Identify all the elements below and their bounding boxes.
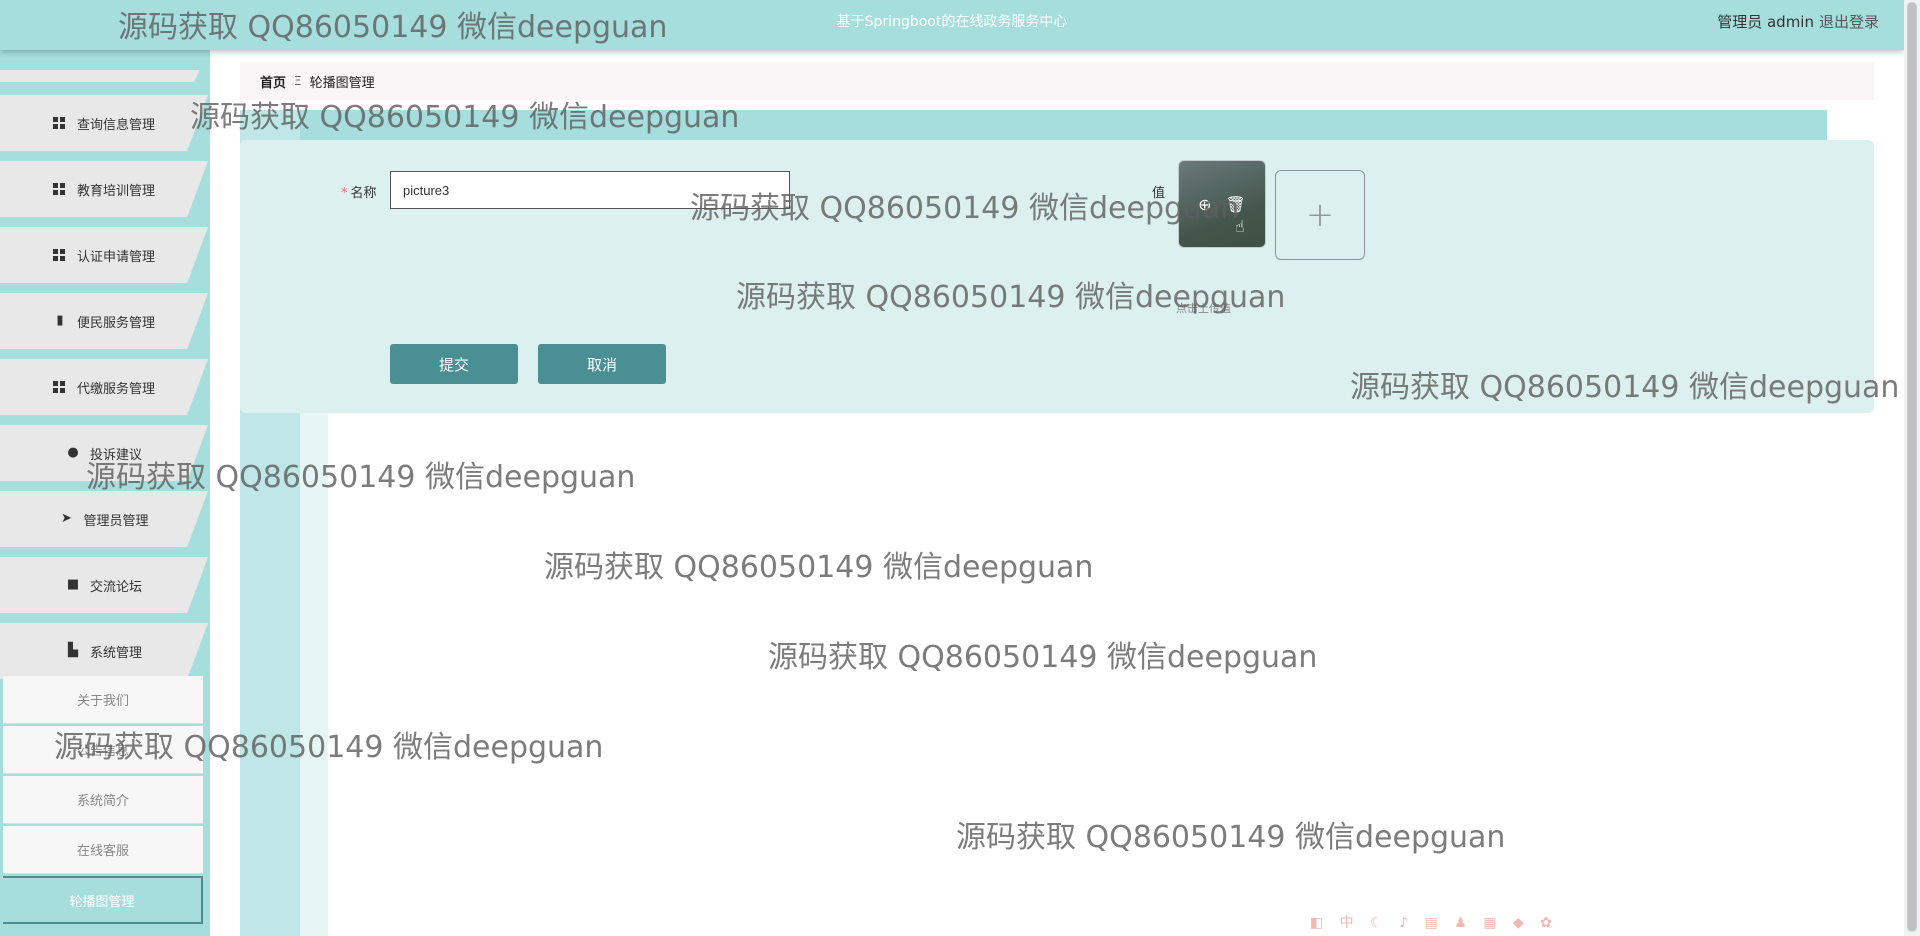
sidebar-item-label: 教育培训管理 <box>76 183 155 199</box>
required-asterisk: * <box>341 186 348 201</box>
submenu-label: 公告信息 <box>76 744 129 759</box>
user-icon: ● <box>67 445 79 460</box>
plus-icon: + <box>1305 195 1335 235</box>
site-title: 基于Springboot的在线政务服务中心 <box>836 14 1068 30</box>
vertical-scrollbar[interactable] <box>1904 0 1920 936</box>
sidebar-item-label: 投诉建议 <box>89 447 142 463</box>
thumbnail-actions: ⊕ 🗑 <box>1179 195 1265 214</box>
sidebar-item-label: 认证申请管理 <box>76 249 155 265</box>
submenu-announcements[interactable]: 公告信息 <box>3 726 203 774</box>
submenu-label: 关于我们 <box>76 694 129 709</box>
submenu-carousel-management[interactable]: 轮播图管理 <box>3 876 203 924</box>
sidebar-item-label: 查询信息管理 <box>76 117 155 133</box>
breadcrumb-home[interactable]: 首页 <box>260 72 286 91</box>
breadcrumb-separator: Ξ <box>294 74 302 88</box>
grid-icon <box>52 117 65 129</box>
sidebar-item-label: 便民服务管理 <box>76 315 155 331</box>
sidebar-item-system[interactable]: ▙ 系统管理 <box>0 623 208 679</box>
top-header: 基于Springboot的在线政务服务中心 管理员 admin 退出登录 <box>0 0 1904 50</box>
input-method-toolbar: ◧ 中 ☾ ♪ ▤ ♟ ▦ ◆ ✿ <box>1310 915 1558 931</box>
sidebar-item-forum[interactable]: ■ 交流论坛 <box>0 557 208 613</box>
decorative-band <box>240 110 1827 140</box>
name-input[interactable] <box>390 171 790 209</box>
submenu-label: 在线客服 <box>76 844 129 859</box>
logout-link[interactable]: 退出登录 <box>1819 11 1879 32</box>
submit-button[interactable]: 提交 <box>390 344 518 384</box>
sidebar-item-complaints[interactable]: ● 投诉建议 <box>0 425 208 481</box>
hand-cursor-icon: ☝ <box>1235 217 1245 236</box>
zoom-in-icon[interactable]: ⊕ <box>1198 195 1211 214</box>
name-label: * 名称 <box>341 186 377 201</box>
sidebar-item-label: 管理员管理 <box>83 513 149 529</box>
sidebar-item-label: 系统管理 <box>89 645 142 661</box>
watermark: 源码获取 QQ86050149 微信deepguan <box>956 820 1506 855</box>
sidebar-item-query-info[interactable]: 查询信息管理 <box>0 95 208 151</box>
image-upload-button[interactable]: + <box>1275 170 1365 260</box>
grid-icon <box>52 381 65 393</box>
grid-icon <box>52 183 65 195</box>
book-icon: ▙ <box>67 643 78 658</box>
value-label: 值 <box>1152 186 1166 201</box>
submenu-system-intro[interactable]: 系统简介 <box>3 776 203 824</box>
grid-icon <box>52 249 65 261</box>
current-user: 管理员 admin <box>1717 13 1814 31</box>
sidebar-item-payment[interactable]: 代缴服务管理 <box>0 359 208 415</box>
cancel-button[interactable]: 取消 <box>538 344 666 384</box>
sidebar-item-admins[interactable]: ➤ 管理员管理 <box>0 491 208 547</box>
paper-plane-icon: ➤ <box>61 511 72 526</box>
submenu-label: 轮播图管理 <box>69 894 135 910</box>
uploaded-image-thumbnail[interactable]: ⊕ 🗑 ☝ <box>1178 160 1266 248</box>
sidebar-item-education[interactable]: 教育培训管理 <box>0 161 208 217</box>
clipboard-check-icon: ■ <box>66 577 80 592</box>
upload-hint: 点击上传值 <box>1176 302 1231 315</box>
scrollbar-thumb[interactable] <box>1907 2 1917 932</box>
breadcrumb-current: 轮播图管理 <box>309 75 375 91</box>
submenu-about-us[interactable]: 关于我们 <box>3 676 203 724</box>
submenu-label: 系统简介 <box>76 794 129 809</box>
sidebar-item-label: 代缴服务管理 <box>76 381 155 397</box>
bar-chart-icon: ▮ <box>56 313 64 328</box>
watermark: 源码获取 QQ86050149 微信deepguan <box>544 550 1094 585</box>
trash-icon[interactable]: 🗑 <box>1226 195 1246 214</box>
sidebar-item-convenience[interactable]: ▮ 便民服务管理 <box>0 293 208 349</box>
sidebar-item-label: 交流论坛 <box>89 579 142 595</box>
sidebar-item-certification[interactable]: 认证申请管理 <box>0 227 208 283</box>
sidebar-top-edge <box>0 70 200 82</box>
sidebar: 查询信息管理 教育培训管理 认证申请管理 ▮ 便民服务管理 代缴服务管理 ● 投… <box>0 50 210 936</box>
breadcrumb: 首页 Ξ 轮播图管理 <box>240 62 1874 100</box>
watermark: 源码获取 QQ86050149 微信deepguan <box>768 640 1318 675</box>
submenu-online-support[interactable]: 在线客服 <box>3 826 203 874</box>
